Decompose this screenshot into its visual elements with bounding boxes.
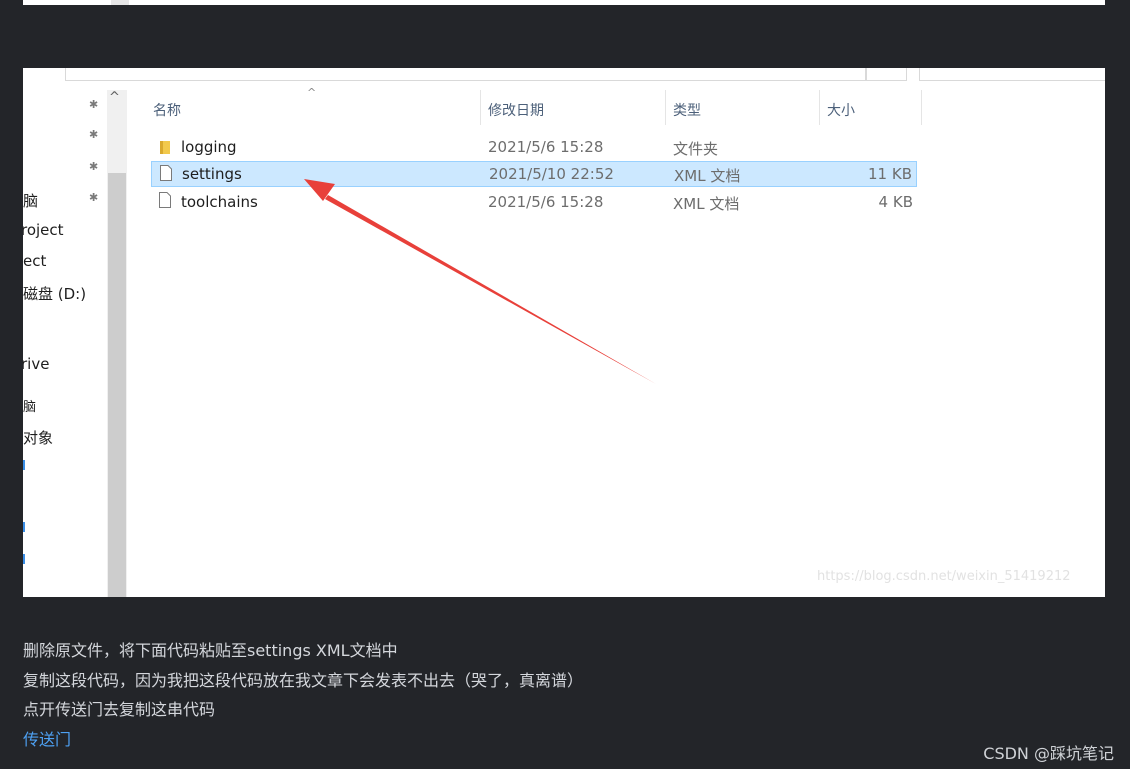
portal-link[interactable]: 传送门 [23, 730, 71, 749]
article-line: 复制这段代码，因为我把这段代码放在我文章下会发表不出去（哭了，真离谱） [23, 670, 584, 690]
article-line: 点开传送门去复制这串代码 [23, 700, 216, 719]
file-explorer-window: ✱ ✱ ✱ ✱ 脑 roject ect 磁盘 (D:) rive 脑 对象 ^… [23, 68, 1105, 597]
article-text: 删除原文件，将下面代码粘贴至settings XML文档中 复制这段代码，因为我… [23, 636, 583, 754]
article-line: 删除原文件，将下面代码粘贴至settings XML文档中 [23, 641, 398, 660]
strip-scrollbar [111, 0, 129, 5]
csdn-watermark: CSDN @踩坑笔记 [983, 744, 1114, 763]
red-arrow-annotation [304, 179, 656, 384]
previous-screenshot-strip [23, 0, 1105, 5]
